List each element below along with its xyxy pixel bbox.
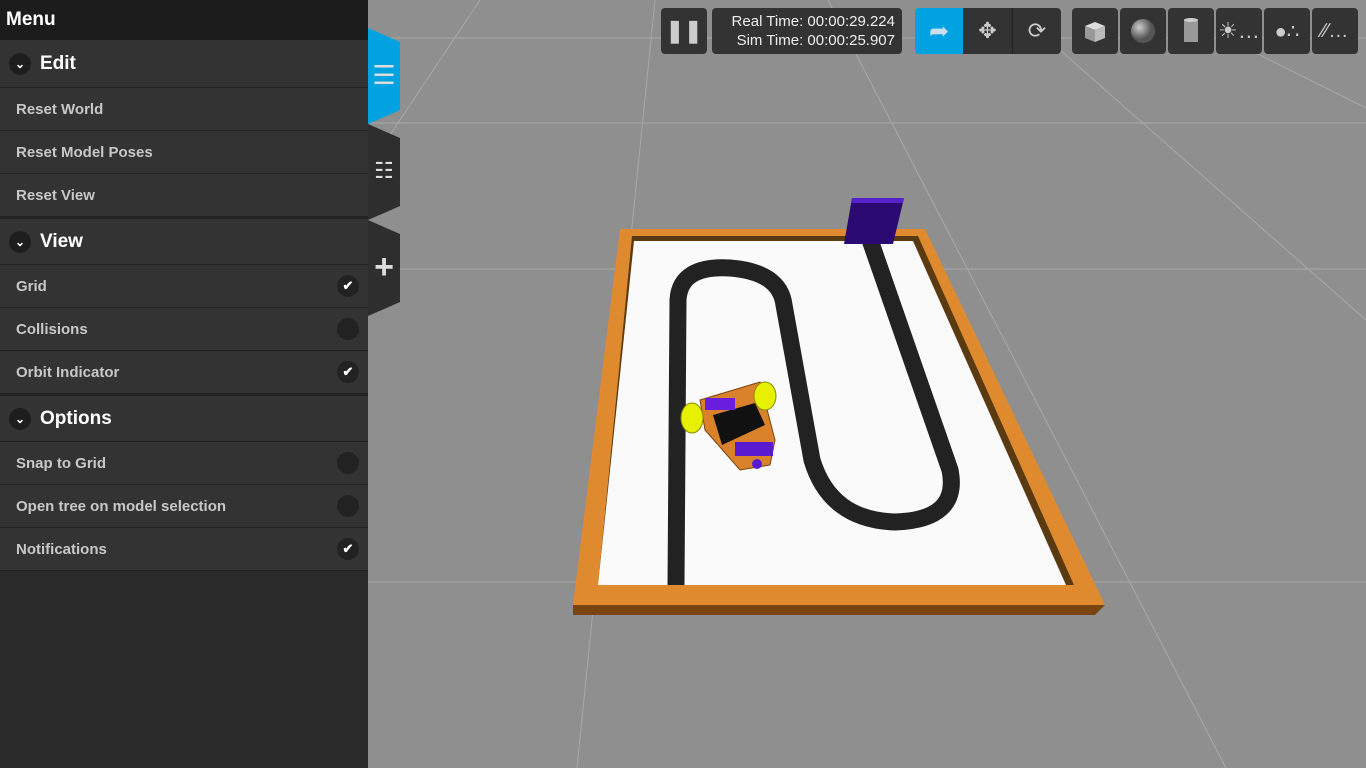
arrow-cursor-icon: ➦ [928, 17, 950, 45]
time-display: Real Time: 00:00:29.224 Sim Time: 00:00:… [712, 8, 902, 54]
grid-toggle-item[interactable]: Grid ✔ [0, 265, 368, 308]
item-label: Notifications [16, 540, 107, 558]
translate-mode-button[interactable]: ✥ [963, 8, 1012, 54]
chevron-down-icon: ⌄ [9, 52, 31, 75]
cylinder-icon [1184, 18, 1198, 42]
rotate-mode-button[interactable]: ⟳ [1012, 8, 1061, 54]
insert-directional-light-button[interactable]: ∕∕… [1312, 8, 1358, 54]
select-mode-button[interactable]: ➦ [915, 8, 963, 54]
track-board[interactable] [573, 229, 1105, 615]
tab-tree[interactable]: ☷ [368, 124, 400, 220]
item-label: Reset Model Poses [16, 143, 153, 161]
reset-model-poses-item[interactable]: Reset Model Poses [0, 131, 368, 174]
check-icon[interactable]: ✔ [337, 361, 359, 383]
sphere-icon [1131, 19, 1155, 43]
item-label: Collisions [16, 320, 88, 338]
section-label: Edit [40, 52, 76, 74]
section-label: Options [40, 407, 112, 429]
chevron-down-icon: ⌄ [9, 230, 31, 253]
pause-icon: ❚❚ [665, 18, 703, 43]
move-icon: ✥ [978, 18, 997, 43]
directional-light-icon: ∕∕… [1321, 19, 1349, 42]
item-label: Grid [16, 277, 47, 295]
menu-title: Menu [0, 0, 368, 40]
pause-button[interactable]: ❚❚ [661, 8, 707, 54]
check-icon[interactable]: ✔ [337, 275, 359, 297]
insert-box-button[interactable] [1072, 8, 1118, 54]
insert-spot-light-button[interactable]: ●∴ [1264, 8, 1310, 54]
orbit-indicator-toggle-item[interactable]: Orbit Indicator ✔ [0, 351, 368, 394]
menu-panel: Menu ⌄ Edit Reset World Reset Model Poses… [0, 0, 368, 768]
rotate-icon: ⟳ [1027, 18, 1047, 43]
plus-icon: + [374, 248, 394, 286]
real-time: Real Time: 00:00:29.224 [731, 13, 895, 30]
unchecked-toggle-icon[interactable] [337, 495, 359, 517]
chevron-down-icon: ⌄ [9, 407, 31, 430]
section-view[interactable]: ⌄ View [0, 217, 368, 265]
tab-insert[interactable]: + [368, 220, 400, 316]
reset-world-item[interactable]: Reset World [0, 88, 368, 131]
item-label: Reset World [16, 100, 104, 118]
insert-sphere-button[interactable] [1120, 8, 1166, 54]
item-label: Open tree on model selection [16, 497, 227, 515]
tree-icon: ☷ [374, 158, 394, 183]
tab-menu[interactable]: ☰ [368, 28, 400, 124]
unchecked-toggle-icon[interactable] [337, 318, 359, 340]
section-edit[interactable]: ⌄ Edit [0, 40, 368, 88]
point-light-icon: ☀… [1218, 18, 1260, 43]
insert-point-light-button[interactable]: ☀… [1216, 8, 1262, 54]
unchecked-toggle-icon[interactable] [337, 452, 359, 474]
notifications-toggle-item[interactable]: Notifications ✔ [0, 528, 368, 571]
snap-to-grid-toggle-item[interactable]: Snap to Grid [0, 442, 368, 485]
collisions-toggle-item[interactable]: Collisions [0, 308, 368, 351]
sim-time: Sim Time: 00:00:25.907 [736, 32, 895, 49]
insert-cylinder-button[interactable] [1168, 8, 1214, 54]
item-label: Reset View [16, 186, 95, 204]
reset-view-item[interactable]: Reset View [0, 174, 368, 217]
hamburger-icon: ☰ [372, 60, 396, 90]
check-icon[interactable]: ✔ [337, 538, 359, 560]
item-label: Orbit Indicator [16, 363, 120, 381]
open-tree-toggle-item[interactable]: Open tree on model selection [0, 485, 368, 528]
section-options[interactable]: ⌄ Options [0, 394, 368, 442]
box-icon [1085, 22, 1105, 42]
spot-light-icon: ●∴ [1274, 20, 1300, 43]
item-label: Snap to Grid [16, 454, 106, 472]
section-label: View [40, 230, 83, 252]
